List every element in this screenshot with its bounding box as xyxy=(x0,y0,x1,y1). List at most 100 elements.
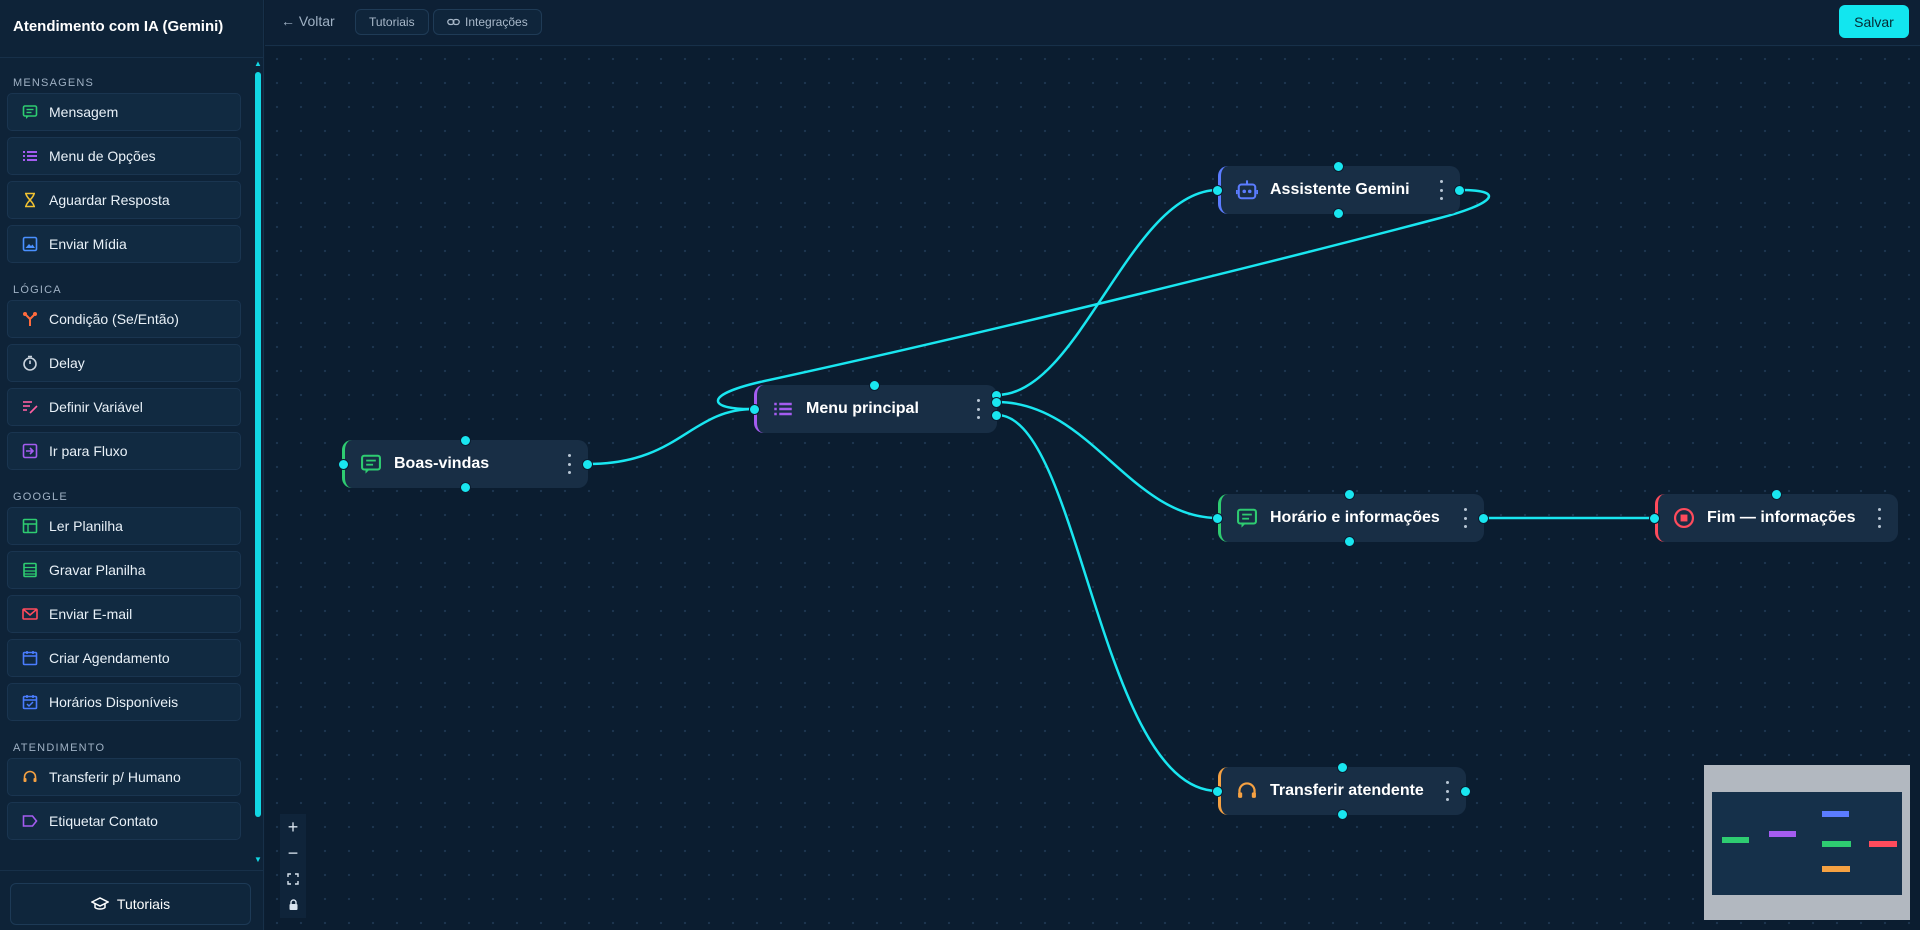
minimap-node xyxy=(1869,841,1897,847)
palette-item-label: Criar Agendamento xyxy=(49,650,170,666)
node-handle-input[interactable] xyxy=(749,404,760,415)
palette-item-label: Horários Disponíveis xyxy=(49,694,179,710)
palette-item-gravar-planilha[interactable]: Gravar Planilha xyxy=(7,551,241,589)
minimap-node xyxy=(1822,811,1849,817)
node-handle-output[interactable] xyxy=(1478,513,1489,524)
node-palette: MENSAGENS Mensagem Menu de Opções Aguard… xyxy=(0,62,250,862)
palette-item-ler-planilha[interactable]: Ler Planilha xyxy=(7,507,241,545)
flow-title: Atendimento com IA (Gemini) xyxy=(0,0,264,58)
palette-item-enviar-email[interactable]: Enviar E-mail xyxy=(7,595,241,633)
lock-icon[interactable] xyxy=(280,892,306,918)
palette-item-label: Menu de Opções xyxy=(49,148,156,164)
node-boas-vindas[interactable]: Boas-vindas xyxy=(342,440,588,488)
minimap-node xyxy=(1722,837,1749,843)
node-handle-input[interactable] xyxy=(1212,185,1223,196)
node-handle-output[interactable] xyxy=(991,410,1002,421)
node-handle-input[interactable] xyxy=(1212,786,1223,797)
scroll-down-icon[interactable]: ▼ xyxy=(254,856,262,864)
scroll-up-icon[interactable]: ▲ xyxy=(254,60,262,68)
node-handle-output[interactable] xyxy=(582,459,593,470)
flow-canvas[interactable] xyxy=(265,47,1920,930)
palette-item-condicao[interactable]: Condição (Se/Então) xyxy=(7,300,241,338)
palette-item-aguardar-resposta[interactable]: Aguardar Resposta xyxy=(7,181,241,219)
scrollbar-thumb[interactable] xyxy=(255,72,261,817)
chat-icon xyxy=(21,103,39,121)
palette-item-label: Ler Planilha xyxy=(49,518,123,534)
node-handle-bottom[interactable] xyxy=(1337,809,1348,820)
node-menu-principal[interactable]: Menu principal xyxy=(754,385,997,433)
goto-icon xyxy=(21,442,39,460)
palette-item-ir-para-fluxo[interactable]: Ir para Fluxo xyxy=(7,432,241,470)
palette-item-label: Mensagem xyxy=(49,104,119,120)
node-assistente-gemini[interactable]: Assistente Gemini xyxy=(1218,166,1460,214)
node-handle-top[interactable] xyxy=(1344,489,1355,500)
node-handle-bottom[interactable] xyxy=(460,482,471,493)
palette-item-label: Transferir p/ Humano xyxy=(49,769,181,785)
palette-item-label: Enviar E-mail xyxy=(49,606,133,622)
node-handle-output[interactable] xyxy=(991,397,1002,408)
palette-item-transferir-humano[interactable]: Transferir p/ Humano xyxy=(7,758,241,796)
palette-item-criar-agendamento[interactable]: Criar Agendamento xyxy=(7,639,241,677)
section-label: ATENDIMENTO xyxy=(13,742,106,754)
palette-item-definir-variavel[interactable]: Definir Variável xyxy=(7,388,241,426)
palette-item-enviar-midia[interactable]: Enviar Mídia xyxy=(7,225,241,263)
palette-item-delay[interactable]: Delay xyxy=(7,344,241,382)
top-bar: ← Voltar Tutoriais Integrações Salvar xyxy=(265,0,1920,46)
node-handle-top[interactable] xyxy=(1333,161,1344,172)
sidebar: Atendimento com IA (Gemini) MENSAGENS Me… xyxy=(0,0,264,930)
more-options-icon[interactable] xyxy=(1878,508,1882,528)
palette-item-mensagem[interactable]: Mensagem xyxy=(7,93,241,131)
minimap-node xyxy=(1769,831,1796,837)
tutorials-footer-label: Tutoriais xyxy=(116,896,171,912)
node-handle-top[interactable] xyxy=(460,435,471,446)
minimap[interactable] xyxy=(1704,765,1910,920)
back-link[interactable]: ← Voltar xyxy=(281,13,335,29)
node-handle-input[interactable] xyxy=(1212,513,1223,524)
stopwatch-icon xyxy=(21,354,39,372)
node-label: Boas-vindas xyxy=(394,455,490,472)
palette-item-etiquetar-contato[interactable]: Etiquetar Contato xyxy=(7,802,241,840)
sheet-icon xyxy=(21,561,39,579)
list-icon xyxy=(772,398,794,420)
node-fim-informacoes[interactable]: Fim — informações xyxy=(1655,494,1898,542)
save-button[interactable]: Salvar xyxy=(1839,5,1909,38)
node-handle-bottom[interactable] xyxy=(1333,208,1344,219)
palette-item-label: Delay xyxy=(49,355,85,371)
robot-icon xyxy=(1236,179,1258,201)
sidebar-scrollbar[interactable]: ▲ ▼ xyxy=(254,60,262,864)
zoom-out-icon[interactable]: − xyxy=(280,840,306,866)
more-options-icon[interactable] xyxy=(1464,508,1468,528)
list-icon xyxy=(21,147,39,165)
minimap-node xyxy=(1822,866,1850,872)
canvas-controls: + − xyxy=(280,814,306,918)
node-transferir-atendente[interactable]: Transferir atendente xyxy=(1218,767,1466,815)
more-options-icon[interactable] xyxy=(977,399,981,419)
more-options-icon[interactable] xyxy=(1446,781,1450,801)
node-handle-input[interactable] xyxy=(338,459,349,470)
integrations-button[interactable]: Integrações xyxy=(433,9,542,35)
more-options-icon[interactable] xyxy=(1440,180,1444,200)
fit-view-icon[interactable] xyxy=(280,866,306,892)
tutorials-button[interactable]: Tutoriais xyxy=(355,9,429,35)
palette-item-label: Definir Variável xyxy=(49,399,143,415)
branch-icon xyxy=(21,310,39,328)
node-handle-top[interactable] xyxy=(869,380,880,391)
table-icon xyxy=(21,517,39,535)
palette-item-menu-opcoes[interactable]: Menu de Opções xyxy=(7,137,241,175)
more-options-icon[interactable] xyxy=(568,454,572,474)
node-handle-bottom[interactable] xyxy=(1344,536,1355,547)
node-handle-output[interactable] xyxy=(1460,786,1471,797)
node-horario-informacoes[interactable]: Horário e informações xyxy=(1218,494,1484,542)
palette-item-horarios-disponiveis[interactable]: Horários Disponíveis xyxy=(7,683,241,721)
node-handle-output[interactable] xyxy=(1454,185,1465,196)
tutorials-footer-button[interactable]: Tutoriais xyxy=(10,883,251,925)
node-handle-top[interactable] xyxy=(1771,489,1782,500)
palette-item-label: Gravar Planilha xyxy=(49,562,146,578)
zoom-in-icon[interactable]: + xyxy=(280,814,306,840)
calendar-icon xyxy=(21,649,39,667)
node-handle-input[interactable] xyxy=(1649,513,1660,524)
sidebar-footer: Tutoriais xyxy=(0,870,264,930)
node-handle-top[interactable] xyxy=(1337,762,1348,773)
edit-lines-icon xyxy=(21,398,39,416)
palette-item-label: Enviar Mídia xyxy=(49,236,127,252)
